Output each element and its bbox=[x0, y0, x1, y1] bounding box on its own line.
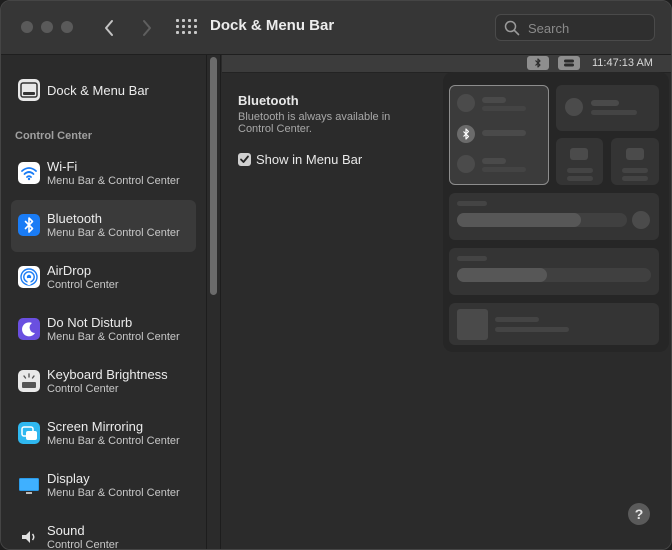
setting-description: Bluetooth is always available in Control… bbox=[238, 111, 391, 135]
airdrop-icon bbox=[18, 266, 40, 288]
control-center-preview bbox=[443, 72, 669, 352]
sidebar-item-subtitle: Control Center bbox=[47, 279, 119, 291]
help-button[interactable]: ? bbox=[628, 503, 650, 525]
preview-connectivity-module bbox=[449, 85, 549, 185]
preview-sound-module bbox=[449, 248, 659, 295]
moon-icon bbox=[18, 318, 40, 340]
preview-bluetooth-icon bbox=[457, 125, 475, 143]
search-input[interactable] bbox=[526, 18, 650, 39]
main-pane: 11:47:13 AM Bluetooth Bluetooth is alway… bbox=[222, 55, 671, 549]
screen-mirroring-icon bbox=[18, 422, 40, 444]
bluetooth-icon bbox=[18, 214, 40, 236]
sidebar-item-name: Wi-Fi bbox=[47, 159, 78, 174]
search-icon bbox=[504, 20, 520, 36]
system-preferences-window: Dock & Menu Bar Dock & Menu Bar Control … bbox=[0, 0, 672, 550]
wifi-icon bbox=[18, 162, 40, 184]
sidebar-item-subtitle: Menu Bar & Control Center bbox=[47, 487, 180, 499]
menu-bar-preview: 11:47:13 AM bbox=[222, 55, 671, 73]
sidebar-item-subtitle: Control Center bbox=[47, 539, 119, 549]
dock-icon bbox=[18, 79, 40, 101]
sidebar-item-label: Dock & Menu Bar bbox=[47, 83, 149, 98]
speaker-icon bbox=[18, 526, 40, 548]
show-in-menu-bar-label: Show in Menu Bar bbox=[256, 152, 363, 167]
preview-dnd-module bbox=[556, 85, 659, 131]
bluetooth-menu-icon bbox=[527, 56, 549, 70]
sidebar-item-dock-menu-bar[interactable]: Dock & Menu Bar bbox=[11, 65, 196, 117]
sidebar-item-name: Sound bbox=[47, 523, 85, 538]
sidebar-item-name: AirDrop bbox=[47, 263, 92, 278]
chevron-left-icon bbox=[105, 20, 113, 36]
sidebar-item-subtitle: Menu Bar & Control Center bbox=[47, 227, 180, 239]
menu-bar-clock: 11:47:13 AM bbox=[592, 57, 653, 69]
preview-small-module-2 bbox=[611, 138, 659, 185]
search-field[interactable] bbox=[495, 14, 655, 41]
sidebar-scrollbar[interactable] bbox=[206, 55, 221, 549]
close-window-button[interactable] bbox=[21, 21, 33, 33]
show-all-grid-button[interactable] bbox=[176, 19, 197, 37]
minimize-window-button[interactable] bbox=[41, 21, 53, 33]
sidebar-item-name: Bluetooth bbox=[47, 211, 102, 226]
preview-small-module-1 bbox=[556, 138, 603, 185]
sidebar-item-do-not-disturb[interactable]: Do Not Disturb Menu Bar & Control Center bbox=[11, 304, 196, 356]
window-title: Dock & Menu Bar bbox=[210, 17, 335, 34]
sidebar-item-display[interactable]: Display Menu Bar & Control Center bbox=[11, 460, 196, 512]
back-button[interactable] bbox=[97, 15, 121, 41]
preview-display-module bbox=[449, 193, 659, 240]
checkmark-icon bbox=[240, 155, 249, 163]
sidebar-item-subtitle: Control Center bbox=[47, 383, 119, 395]
sidebar-item-screen-mirroring[interactable]: Screen Mirroring Menu Bar & Control Cent… bbox=[11, 408, 196, 460]
sidebar-item-wifi[interactable]: Wi-Fi Menu Bar & Control Center bbox=[11, 148, 196, 200]
control-center-menu-icon bbox=[558, 56, 580, 70]
sidebar-item-airdrop[interactable]: AirDrop Control Center bbox=[11, 252, 196, 304]
sidebar-item-name: Screen Mirroring bbox=[47, 419, 144, 434]
keyboard-brightness-icon bbox=[18, 370, 40, 392]
zoom-window-button[interactable] bbox=[61, 21, 73, 33]
sidebar-item-name: Display bbox=[47, 471, 90, 486]
sidebar-item-subtitle: Menu Bar & Control Center bbox=[47, 435, 180, 447]
preview-now-playing-module bbox=[449, 303, 659, 345]
display-icon bbox=[18, 474, 40, 496]
sidebar: Dock & Menu Bar Control Center Wi-Fi Men… bbox=[1, 55, 206, 549]
show-in-menu-bar-checkbox[interactable] bbox=[238, 153, 251, 166]
sidebar-item-subtitle: Menu Bar & Control Center bbox=[47, 175, 180, 187]
section-header-control-center: Control Center bbox=[15, 130, 92, 142]
sidebar-item-sound[interactable]: Sound Control Center bbox=[11, 512, 196, 549]
setting-title: Bluetooth bbox=[238, 93, 299, 108]
sidebar-scrollbar-thumb[interactable] bbox=[210, 57, 217, 295]
sidebar-item-subtitle: Menu Bar & Control Center bbox=[47, 331, 180, 343]
titlebar: Dock & Menu Bar bbox=[1, 1, 671, 55]
sidebar-item-name: Keyboard Brightness bbox=[47, 367, 168, 382]
sidebar-item-keyboard-brightness[interactable]: Keyboard Brightness Control Center bbox=[11, 356, 196, 408]
sidebar-item-bluetooth[interactable]: Bluetooth Menu Bar & Control Center bbox=[11, 200, 196, 252]
forward-button[interactable] bbox=[135, 15, 159, 41]
sidebar-item-name: Do Not Disturb bbox=[47, 315, 133, 330]
chevron-right-icon bbox=[143, 20, 151, 36]
